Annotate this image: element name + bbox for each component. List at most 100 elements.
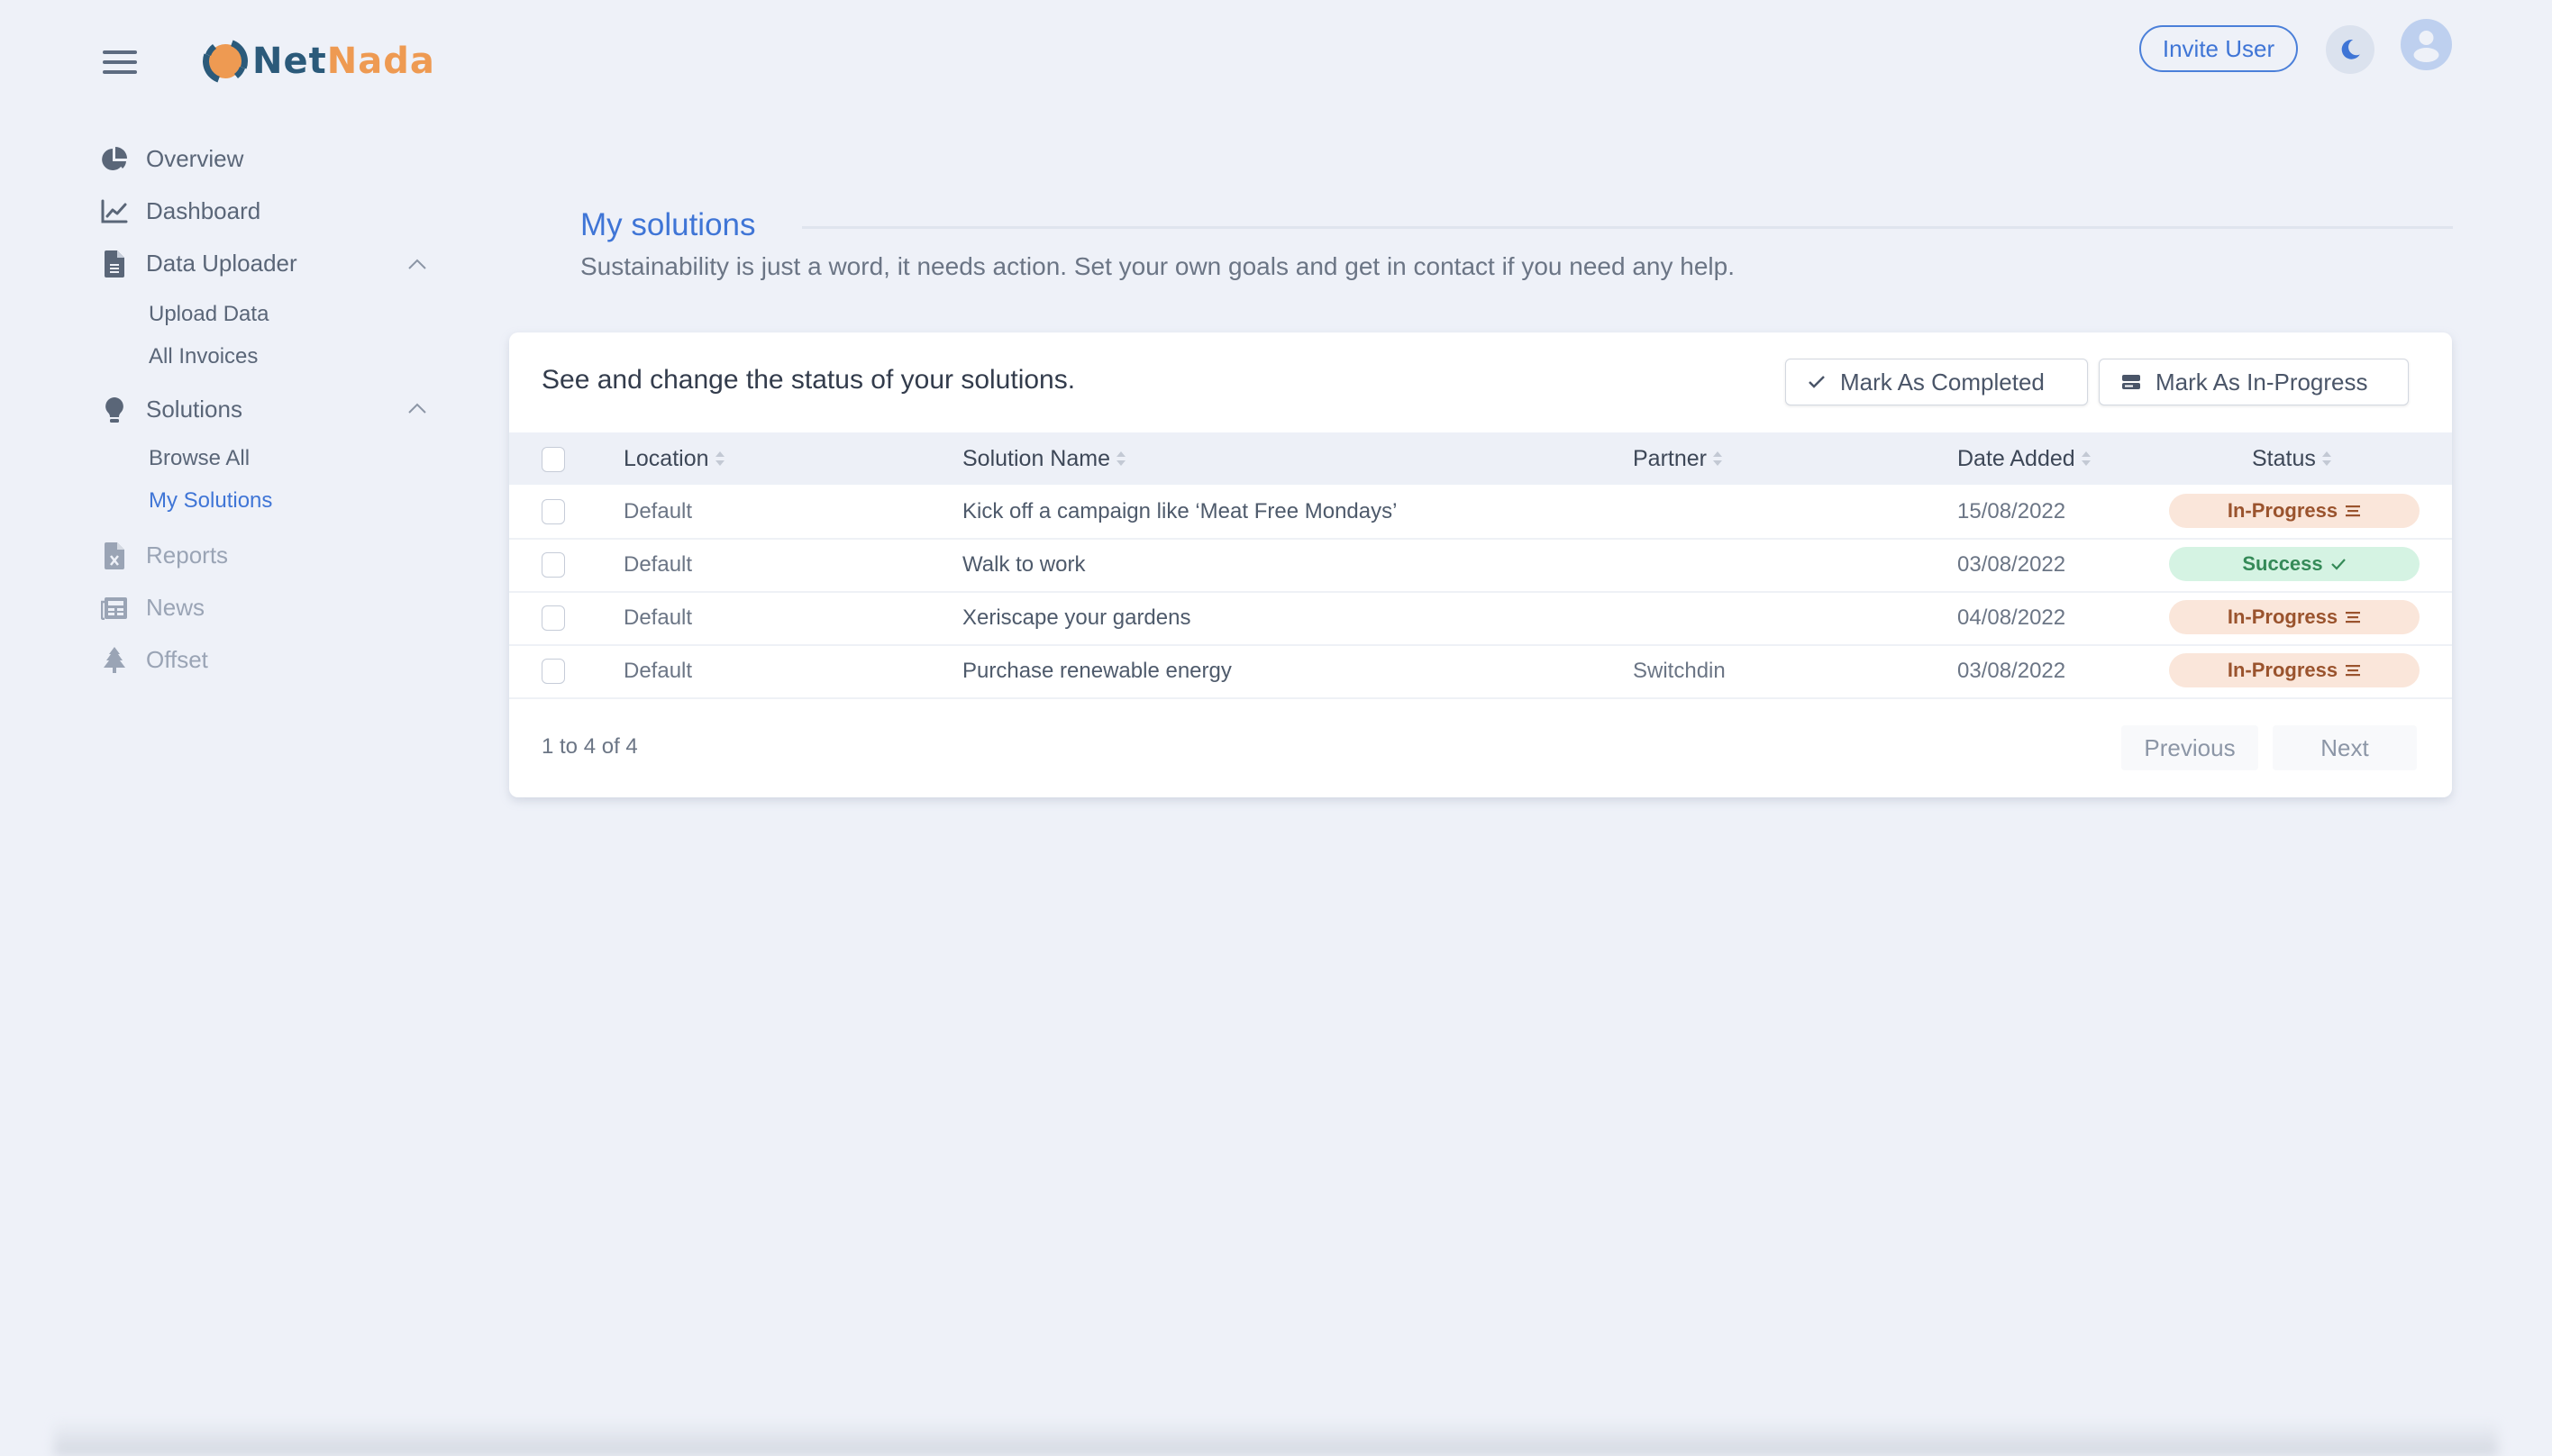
sidebar-item-data-uploader[interactable]: Data Uploader xyxy=(101,250,297,278)
row-checkbox[interactable] xyxy=(542,605,565,631)
select-all-checkbox[interactable] xyxy=(542,447,565,472)
cell-location: Default xyxy=(624,551,693,577)
next-page-button[interactable]: Next xyxy=(2273,725,2417,770)
menu-toggle-button[interactable] xyxy=(103,50,137,74)
row-checkbox[interactable] xyxy=(542,659,565,684)
title-divider xyxy=(802,226,2453,229)
row-checkbox[interactable] xyxy=(542,499,565,524)
cell-solution-name: Purchase renewable energy xyxy=(962,658,1232,683)
logo-nada-text: Nada xyxy=(326,41,435,82)
cell-location: Default xyxy=(624,498,693,523)
hamburger-icon xyxy=(103,50,137,54)
previous-page-button[interactable]: Previous xyxy=(2121,725,2258,770)
sidebar-item-reports[interactable]: Reports xyxy=(101,541,228,569)
document-icon xyxy=(101,250,128,278)
sidebar-item-label: Reports xyxy=(146,541,229,569)
cell-date-added: 15/08/2022 xyxy=(1957,498,2066,523)
check-icon xyxy=(1808,375,1826,389)
list-icon xyxy=(2345,505,2361,517)
solutions-card: See and change the status of your soluti… xyxy=(509,332,2452,797)
pagination-info: 1 to 4 of 4 xyxy=(542,734,638,759)
excel-file-icon xyxy=(101,541,128,569)
server-icon xyxy=(2121,374,2141,390)
status-badge[interactable]: In-Progress xyxy=(2169,494,2420,528)
column-header-location[interactable]: Location xyxy=(624,432,725,485)
sidebar-item-overview[interactable]: Overview xyxy=(101,145,243,173)
user-icon xyxy=(2413,31,2439,62)
card-title: See and change the status of your soluti… xyxy=(542,365,1076,395)
sort-icon xyxy=(2081,450,2092,467)
table-row[interactable]: Default Xeriscape your gardens 04/08/2022 I… xyxy=(509,591,2452,646)
sidebar-item-news[interactable]: News xyxy=(101,594,205,622)
column-label: Status xyxy=(2252,445,2316,471)
hamburger-line xyxy=(103,70,137,74)
cell-date-added: 04/08/2022 xyxy=(1957,605,2066,630)
cell-solution-name: Xeriscape your gardens xyxy=(962,605,1191,630)
invite-user-button[interactable]: Invite User xyxy=(2139,25,2298,72)
cell-date-added: 03/08/2022 xyxy=(1957,658,2066,683)
chevron-up-icon[interactable] xyxy=(407,258,427,270)
status-label: In-Progress xyxy=(2227,605,2338,628)
lightbulb-icon xyxy=(101,396,128,423)
cell-solution-name: Kick off a campaign like ‘Meat Free Mond… xyxy=(962,498,1398,523)
cell-solution-name: Walk to work xyxy=(962,551,1086,577)
column-label: Date Added xyxy=(1957,445,2075,471)
logo-text: NetNada xyxy=(252,41,435,82)
row-checkbox[interactable] xyxy=(542,552,565,578)
sidebar-item-offset[interactable]: Offset xyxy=(101,646,208,674)
sidebar-item-my-solutions[interactable]: My Solutions xyxy=(149,488,272,514)
cell-location: Default xyxy=(624,605,693,630)
tree-icon xyxy=(101,646,128,674)
column-label: Location xyxy=(624,445,709,471)
page-title: My solutions xyxy=(580,207,756,242)
sidebar-item-all-invoices[interactable]: All Invoices xyxy=(149,344,258,369)
logo[interactable]: NetNada xyxy=(200,36,435,86)
sidebar-item-upload-data[interactable]: Upload Data xyxy=(149,302,269,327)
mark-as-completed-label: Mark As Completed xyxy=(1840,368,2045,396)
chevron-up-icon[interactable] xyxy=(407,402,427,414)
check-icon xyxy=(2330,558,2347,570)
table-row[interactable]: Default Kick off a campaign like ‘Meat Fr… xyxy=(509,485,2452,540)
status-label: Success xyxy=(2242,552,2323,575)
sidebar-item-dashboard[interactable]: Dashboard xyxy=(101,197,260,225)
status-badge[interactable]: In-Progress xyxy=(2169,600,2420,634)
table-row[interactable]: Default Purchase renewable energy Switchdi… xyxy=(509,644,2452,699)
column-header-status[interactable]: Status xyxy=(2252,432,2332,485)
newspaper-icon xyxy=(101,595,128,622)
sidebar-item-label: News xyxy=(146,594,205,621)
column-header-solution-name[interactable]: Solution Name xyxy=(962,432,1126,485)
column-header-date-added[interactable]: Date Added xyxy=(1957,432,2092,485)
list-icon xyxy=(2345,664,2361,677)
theme-toggle-button[interactable] xyxy=(2326,25,2374,74)
list-icon xyxy=(2345,611,2361,623)
sidebar-item-label: Data Uploader xyxy=(146,250,297,277)
netnada-logo-icon xyxy=(203,40,248,83)
hamburger-line xyxy=(103,60,137,64)
line-chart-icon xyxy=(101,198,128,225)
footer-shadow xyxy=(54,1420,2498,1456)
column-header-partner[interactable]: Partner xyxy=(1633,432,1723,485)
mark-as-completed-button[interactable]: Mark As Completed xyxy=(1785,359,2088,405)
page-subtitle: Sustainability is just a word, it needs … xyxy=(580,252,1735,280)
sidebar-item-solutions[interactable]: Solutions xyxy=(101,396,242,423)
status-badge[interactable]: In-Progress xyxy=(2169,653,2420,687)
sidebar-item-browse-all[interactable]: Browse All xyxy=(149,446,250,471)
table-row[interactable]: Default Walk to work 03/08/2022 Success xyxy=(509,538,2452,593)
table-header: Location Solution Name Partner Date Adde… xyxy=(509,432,2452,485)
mark-as-inprogress-label: Mark As In-Progress xyxy=(2156,368,2368,396)
sort-icon xyxy=(2321,450,2332,467)
cell-partner: Switchdin xyxy=(1633,658,1726,683)
sidebar-item-label: Solutions xyxy=(146,396,242,423)
sidebar-item-label: Dashboard xyxy=(146,197,261,224)
status-label: In-Progress xyxy=(2227,659,2338,681)
moon-icon xyxy=(2341,40,2360,59)
sort-icon xyxy=(715,450,725,467)
status-label: In-Progress xyxy=(2227,499,2338,522)
avatar[interactable] xyxy=(2401,19,2452,70)
sidebar-item-label: Overview xyxy=(146,145,244,172)
status-badge[interactable]: Success xyxy=(2169,547,2420,581)
mark-as-inprogress-button[interactable]: Mark As In-Progress xyxy=(2099,359,2409,405)
pie-chart-icon xyxy=(101,146,128,173)
column-label: Partner xyxy=(1633,445,1707,471)
sort-icon xyxy=(1116,450,1126,467)
